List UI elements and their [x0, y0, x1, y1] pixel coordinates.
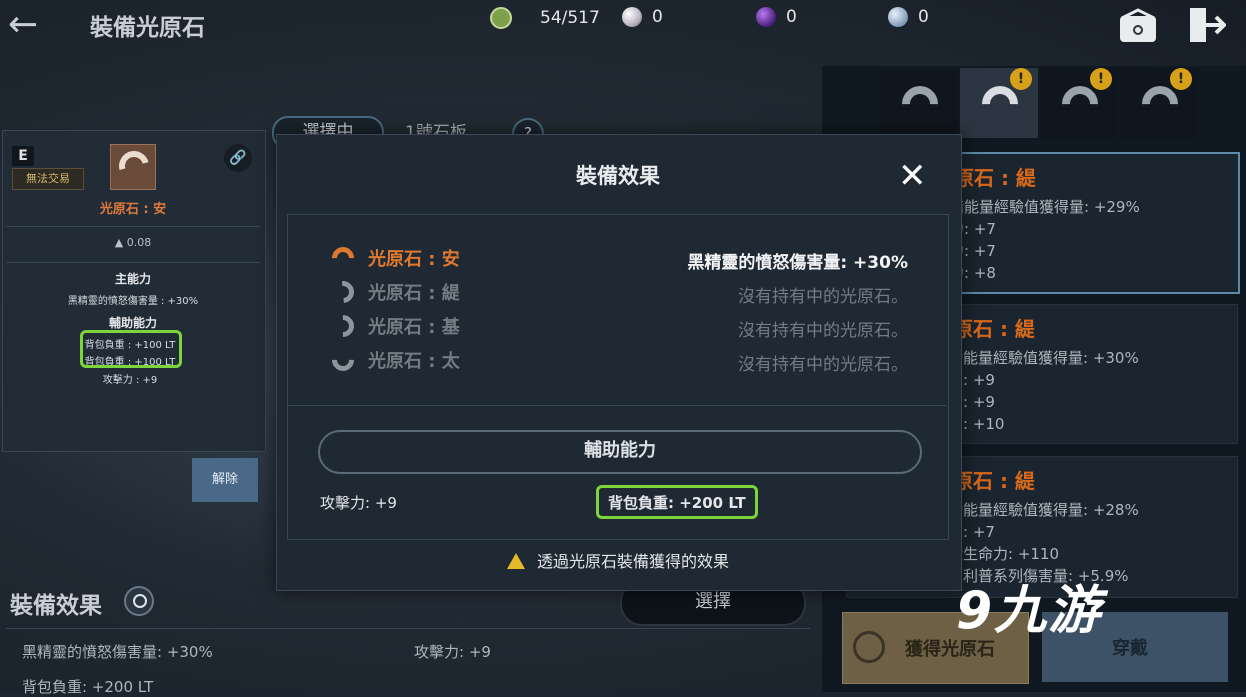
back-arrow-icon[interactable]: ← — [8, 4, 38, 45]
stone-row-ki: 光原石 : 基 — [327, 310, 460, 342]
pearl-icon — [622, 7, 642, 27]
unequip-button[interactable]: 解除 — [192, 458, 258, 502]
divider — [6, 628, 810, 629]
highlight-box — [80, 330, 182, 368]
dialog-title: 裝備效果 — [576, 164, 660, 188]
resource-stones: 54/517 — [490, 7, 600, 29]
search-icon[interactable] — [124, 586, 154, 616]
stat-attack: 攻擊力: +9 — [320, 494, 397, 512]
highlight-box — [596, 485, 758, 519]
stone-ti-icon — [327, 276, 359, 308]
resource-coin: 0 — [888, 7, 929, 27]
dialog-footer: 透過光原石裝備獲得的效果 — [276, 548, 960, 572]
green-stone-icon — [490, 7, 512, 29]
sub-ability-header: 輔助能力 — [318, 430, 922, 474]
stone-row-name: 光原石 : 太 — [368, 351, 460, 372]
exit-icon[interactable] — [1186, 6, 1227, 44]
footer-text: 透過光原石裝備獲得的效果 — [536, 552, 729, 571]
slot-tab-4[interactable]: ! — [1120, 68, 1198, 138]
alert-icon: ! — [1090, 68, 1112, 90]
alert-icon: ! — [1010, 68, 1032, 90]
stone-tai-icon — [327, 344, 359, 376]
slot-tab-1[interactable] — [880, 68, 958, 138]
stone-ki-icon — [327, 310, 359, 342]
divider — [288, 405, 946, 406]
stone-row-value: 沒有持有中的光原石。 — [738, 321, 908, 341]
main-ability-value: 黑精靈的憤怒傷害量 : +30% — [67, 296, 199, 307]
main-ability-title: 主能力 — [114, 272, 151, 286]
item-weight: ▲ 0.08 — [114, 236, 152, 249]
grade-badge: E — [12, 146, 34, 166]
coin-count: 0 — [918, 7, 929, 27]
sub-ability-title: 輔助能力 — [108, 316, 157, 330]
divider — [6, 226, 260, 227]
resource-pearl: 0 — [622, 7, 663, 27]
orb-count: 0 — [786, 7, 797, 27]
effect-value: 攻擊力: +9 — [414, 643, 491, 661]
effect-value: 背包負重: +200 LT — [22, 678, 154, 696]
stone-an-icon — [327, 242, 359, 274]
stone-count: 54/517 — [540, 8, 600, 28]
stone-row-name: 光原石 : 基 — [368, 317, 460, 338]
trade-badge: 無法交易 — [12, 168, 84, 190]
resource-orb: 0 — [756, 7, 797, 27]
stone-row-ti: 光原石 : 緹 — [327, 276, 460, 308]
stone-row-name: 光原石 : 緹 — [368, 283, 460, 304]
close-icon[interactable]: ✕ — [898, 156, 927, 196]
wear-label: 穿戴 — [1112, 638, 1148, 659]
purple-orb-icon — [756, 7, 776, 27]
slot-tab-2[interactable]: ! — [960, 68, 1038, 138]
watermark-logo: 9九游 — [956, 581, 1103, 641]
bag-icon[interactable] — [1118, 6, 1158, 44]
stone-stat: 黑暗能量經驗值獲得量: +28% — [933, 501, 1139, 519]
effect-value: 黑精靈的憤怒傷害量: +30% — [22, 643, 213, 661]
item-name: 光原石 : 安 — [99, 202, 167, 217]
warning-icon — [506, 553, 525, 569]
slot-tab-3[interactable]: ! — [1040, 68, 1118, 138]
stone-row-an: 光原石 : 安 — [327, 242, 460, 274]
silver-coin-icon — [888, 7, 908, 27]
divider — [6, 262, 260, 263]
link-icon[interactable]: 🔗 — [224, 144, 252, 172]
alert-icon: ! — [1170, 68, 1192, 90]
item-icon — [110, 144, 156, 190]
pearl-count: 0 — [652, 7, 663, 27]
page-title: 裝備光原石 — [90, 15, 205, 41]
stone-row-tai: 光原石 : 太 — [327, 344, 460, 376]
stone-row-value: 沒有持有中的光原石。 — [738, 287, 908, 307]
stone-stat: 黑暗能量經驗值獲得量: +29% — [934, 198, 1140, 216]
effects-section-title: 裝備效果 — [10, 593, 102, 619]
stone-row-value: 黑精靈的憤怒傷害量: +30% — [687, 253, 908, 273]
slot-tabs: ! ! ! — [880, 68, 1200, 138]
sub-ability-value: 攻擊力 : +9 — [102, 375, 158, 386]
stone-stat: 黑暗能量經驗值獲得量: +30% — [933, 349, 1139, 367]
stone-slot-icon — [894, 78, 946, 130]
stone-row-value: 沒有持有中的光原石。 — [738, 355, 908, 375]
target-icon — [853, 631, 885, 663]
stone-row-name: 光原石 : 安 — [368, 249, 460, 270]
stone-arc-icon — [113, 145, 155, 187]
